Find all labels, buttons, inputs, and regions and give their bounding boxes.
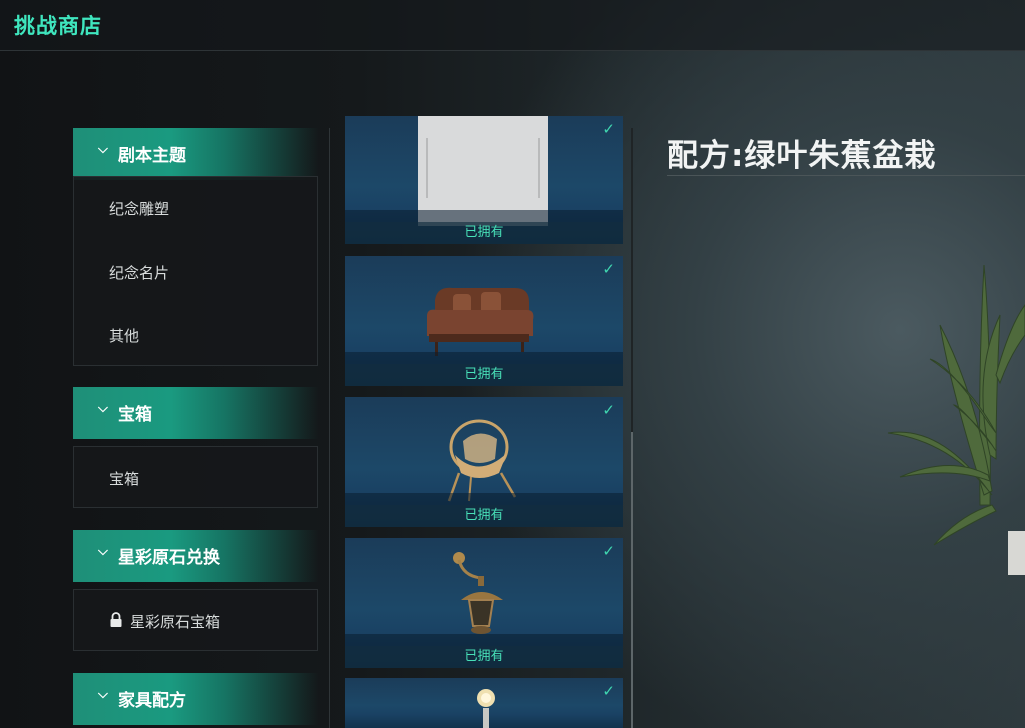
floor-shadow [345, 634, 623, 646]
chevron-down-icon: ⌵ [98, 687, 108, 702]
item-card-wall-lantern[interactable]: ✓ 已拥有 [345, 538, 623, 668]
chevron-down-icon: ⌵ [98, 544, 108, 559]
floor-shadow [345, 493, 623, 505]
owned-label: 已拥有 [345, 646, 623, 668]
item-card-lamp[interactable]: ✓ [345, 678, 623, 728]
category-item-chest[interactable]: 宝箱 [109, 468, 139, 489]
floor-shadow [345, 210, 623, 222]
rattan-chair-icon [447, 419, 517, 502]
column-divider [329, 128, 330, 728]
chevron-down-icon: ⌵ [98, 142, 108, 157]
top-bar: 挑战商店 [0, 0, 1025, 51]
floor-shadow [345, 352, 623, 364]
category-header-starstone-exchange[interactable]: ⌵ 星彩原石兑换 [73, 530, 318, 582]
category-panel-starstone-exchange: 星彩原石宝箱 [73, 589, 318, 651]
category-label: 家具配方 [118, 691, 186, 711]
owned-label: 已拥有 [345, 364, 623, 386]
category-label: 星彩原石兑换 [118, 548, 220, 568]
lock-icon [110, 612, 122, 627]
category-item-memorial-card[interactable]: 纪念名片 [109, 262, 169, 283]
check-icon: ✓ [602, 120, 615, 138]
item-card-leather-sofa[interactable]: ✓ 已拥有 [345, 256, 623, 386]
category-panel-script-theme: 纪念雕塑 纪念名片 其他 [73, 176, 318, 366]
category-header-script-theme[interactable]: ⌵ 剧本主题 [73, 128, 318, 180]
category-label: 剧本主题 [118, 146, 186, 166]
chevron-down-icon: ⌵ [98, 401, 108, 416]
check-icon: ✓ [602, 682, 615, 700]
category-label: 宝箱 [118, 405, 152, 425]
category-header-chest[interactable]: ⌵ 宝箱 [73, 387, 318, 439]
lamp-icon [477, 689, 495, 728]
owned-label: 已拥有 [345, 222, 623, 244]
category-item-memorial-sculpture[interactable]: 纪念雕塑 [109, 198, 169, 219]
list-scrollbar-thumb[interactable] [631, 432, 633, 728]
leather-sofa-icon [427, 287, 534, 356]
category-panel-chest: 宝箱 [73, 446, 318, 508]
title-divider [667, 175, 1025, 176]
category-header-furniture-recipe[interactable]: ⌵ 家具配方 [73, 673, 318, 725]
check-icon: ✓ [602, 542, 615, 560]
item-card-white-panel[interactable]: ✓ 已拥有 [345, 116, 623, 244]
owned-label: 已拥有 [345, 505, 623, 527]
page-title: 挑战商店 [14, 14, 102, 38]
category-item-other[interactable]: 其他 [109, 325, 139, 346]
potted-plant-icon [887, 264, 1025, 575]
game-shop-screen: 挑战商店 ⌵ 剧本主题 纪念雕塑 纪念名片 其他 ⌵ 宝箱 宝箱 ⌵ 星彩原石兑… [0, 0, 1025, 728]
check-icon: ✓ [602, 401, 615, 419]
wall-lantern-icon [453, 552, 503, 634]
recipe-title: 配方:绿叶朱蕉盆栽 [667, 138, 937, 174]
item-card-rattan-chair[interactable]: ✓ 已拥有 [345, 397, 623, 527]
category-item-starstone-chest[interactable]: 星彩原石宝箱 [130, 611, 220, 632]
check-icon: ✓ [602, 260, 615, 278]
